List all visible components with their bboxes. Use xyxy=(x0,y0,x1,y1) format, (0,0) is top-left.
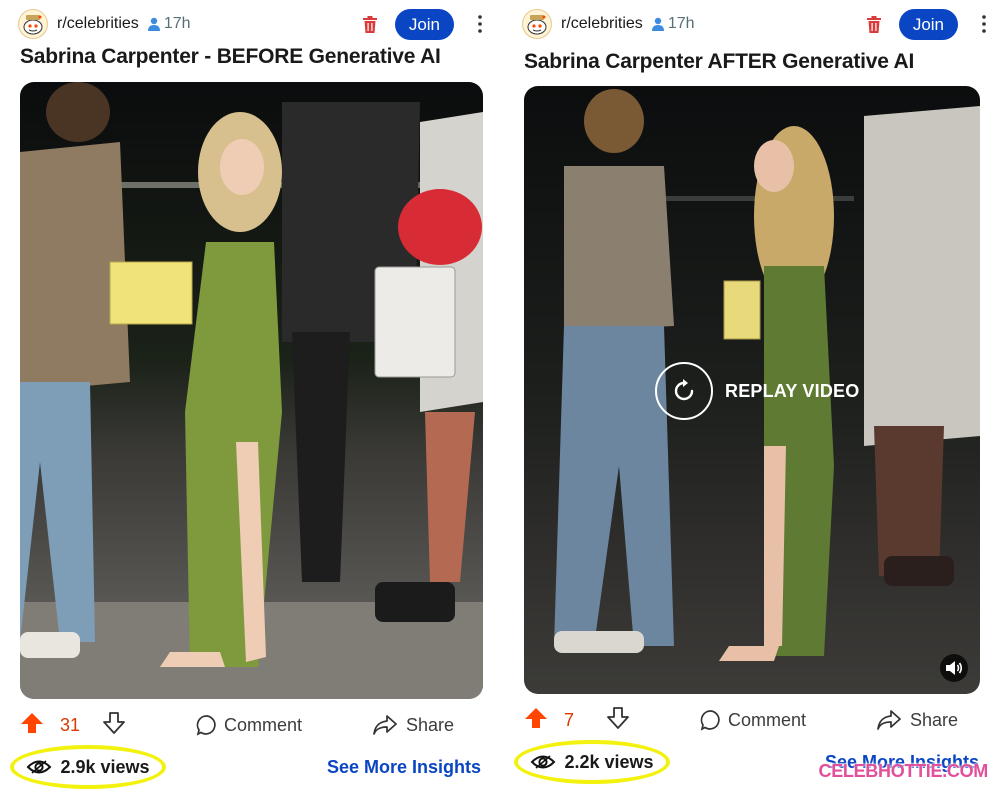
downvote-button[interactable] xyxy=(606,706,630,735)
delete-button[interactable] xyxy=(359,13,381,35)
post-title[interactable]: Sabrina Carpenter - BEFORE Generative AI xyxy=(20,45,441,69)
post-age-text: 17h xyxy=(163,15,191,32)
trash-icon xyxy=(362,15,377,33)
insights-row: 2.9k views See More Insights xyxy=(8,745,488,789)
post-age-text: 17h xyxy=(667,15,695,32)
post-after: r/celebrities 17h Join Sabrina Carpenter… xyxy=(512,0,992,792)
eye-icon xyxy=(27,760,52,774)
post-age: 17h xyxy=(147,15,191,33)
share-arrow-icon xyxy=(877,710,901,730)
share-button[interactable]: Share xyxy=(876,709,958,731)
snoo-icon xyxy=(527,15,547,35)
view-count: 2.2k views xyxy=(564,751,654,772)
post-title[interactable]: Sabrina Carpenter AFTER Generative AI xyxy=(524,50,914,74)
speech-bubble-icon xyxy=(700,710,720,731)
share-arrow-icon xyxy=(373,715,397,735)
post-age: 17h xyxy=(651,15,695,33)
upvote-arrow-icon xyxy=(525,707,547,728)
replay-video-button[interactable]: REPLAY VIDEO xyxy=(655,362,859,420)
kebab-icon xyxy=(982,15,986,33)
post-before: r/celebrities 17h Join Sabrina Carpenter… xyxy=(8,0,488,792)
comment-label: Comment xyxy=(224,714,303,735)
join-button[interactable]: Join xyxy=(898,8,958,40)
comment-button[interactable]: Comment xyxy=(700,709,806,731)
views-highlight: 2.2k views xyxy=(514,740,670,784)
comment-label: Comment xyxy=(728,709,807,730)
upvote-arrow-icon xyxy=(21,712,43,733)
join-button[interactable]: Join xyxy=(394,8,454,40)
replay-icon xyxy=(674,379,694,401)
photo-scene xyxy=(20,82,483,699)
post-video[interactable]: REPLAY VIDEO xyxy=(524,86,980,694)
more-options-button[interactable] xyxy=(468,15,492,33)
kebab-icon xyxy=(478,15,482,33)
see-more-insights-link[interactable]: See More Insights xyxy=(327,757,481,778)
trash-icon xyxy=(866,15,881,33)
views-highlight: 2.9k views xyxy=(10,745,166,789)
comment-button[interactable]: Comment xyxy=(196,714,302,736)
action-bar: 7 Comment Share xyxy=(524,703,992,737)
subreddit-name[interactable]: r/celebrities xyxy=(561,15,643,33)
share-button[interactable]: Share xyxy=(372,714,454,736)
subreddit-name[interactable]: r/celebrities xyxy=(57,15,139,33)
vote-count: 31 xyxy=(60,714,81,735)
share-label: Share xyxy=(910,709,959,730)
post-header: r/celebrities 17h Join xyxy=(18,8,488,40)
person-icon xyxy=(147,17,160,31)
upvote-button[interactable] xyxy=(524,706,548,735)
downvote-arrow-icon xyxy=(103,711,125,734)
speaker-icon xyxy=(946,661,963,675)
watermark: CELEBHOTTIE.COM xyxy=(818,761,989,781)
volume-button[interactable] xyxy=(940,654,968,682)
replay-circle xyxy=(655,362,713,420)
replay-label: REPLAY VIDEO xyxy=(725,380,860,401)
vote-count: 7 xyxy=(564,709,575,730)
post-header: r/celebrities 17h Join xyxy=(522,8,992,40)
share-label: Share xyxy=(406,714,455,735)
upvote-button[interactable] xyxy=(20,711,44,740)
subreddit-avatar[interactable] xyxy=(18,9,48,39)
delete-button[interactable] xyxy=(863,13,885,35)
more-options-button[interactable] xyxy=(972,15,996,33)
person-icon xyxy=(651,17,664,31)
speech-bubble-icon xyxy=(196,715,216,736)
eye-icon xyxy=(531,755,556,769)
action-bar: 31 Comment Share xyxy=(20,708,488,742)
downvote-arrow-icon xyxy=(607,706,629,729)
view-count: 2.9k views xyxy=(60,756,150,777)
subreddit-avatar[interactable] xyxy=(522,9,552,39)
snoo-icon xyxy=(23,15,43,35)
post-image[interactable] xyxy=(20,82,483,699)
downvote-button[interactable] xyxy=(102,711,126,740)
